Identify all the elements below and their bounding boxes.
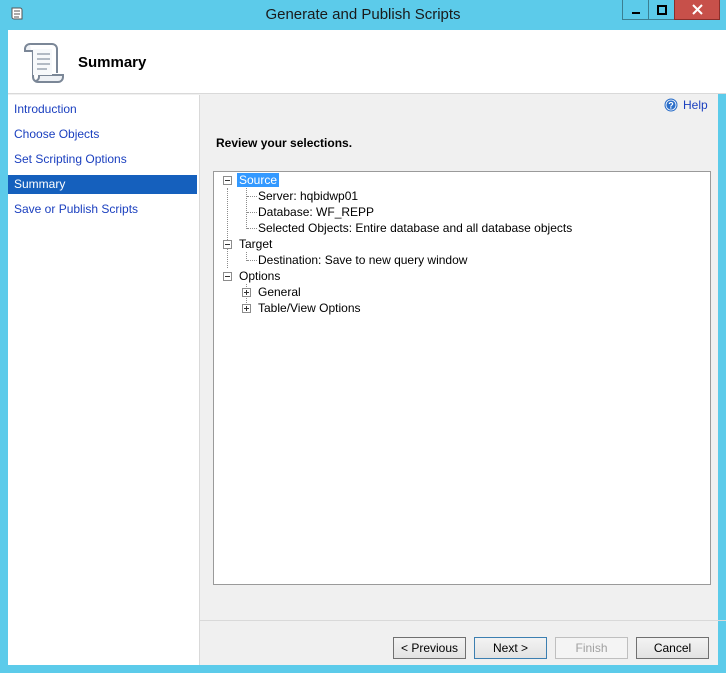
tree-leaf-server[interactable]: Server: hqbidwp01 [258,188,358,204]
tree-node-general[interactable]: General [258,284,301,300]
nav-item-choose-objects[interactable]: Choose Objects [8,125,197,144]
minimize-button[interactable] [622,0,649,20]
tree-leaf-destination[interactable]: Destination: Save to new query window [258,252,467,268]
tree-node-target[interactable]: Target [239,236,272,252]
help-link[interactable]: ? Help [664,98,708,112]
page-title: Summary [78,54,147,71]
close-button[interactable] [674,0,720,20]
nav-item-set-scripting-options[interactable]: Set Scripting Options [8,150,197,169]
window-title: Generate and Publish Scripts [265,6,461,23]
tree-node-table-view-options[interactable]: Table/View Options [258,300,361,316]
collapse-toggle-options[interactable] [223,272,232,281]
wizard-nav: Introduction Choose Objects Set Scriptin… [8,95,200,665]
cancel-button[interactable]: Cancel [636,637,709,659]
tree-line [247,228,257,229]
nav-item-summary[interactable]: Summary [8,175,197,194]
wizard-window: Generate and Publish Scripts Summary Int… [0,0,726,673]
nav-item-save-or-publish[interactable]: Save or Publish Scripts [8,200,197,219]
finish-button[interactable]: Finish [555,637,628,659]
collapse-toggle-target[interactable] [223,240,232,249]
title-bar[interactable]: Generate and Publish Scripts [0,0,726,30]
wizard-client-area: Summary Introduction Choose Objects Set … [8,30,726,665]
tree-node-source[interactable]: Source [237,172,280,188]
previous-button[interactable]: < Previous [393,637,466,659]
expand-toggle-general[interactable] [242,288,251,297]
close-icon [691,4,703,15]
tree-leaf-selected-objects[interactable]: Selected Objects: Entire database and al… [258,220,572,236]
review-heading: Review your selections. [216,136,353,150]
tree-leaf-database[interactable]: Database: WF_REPP [258,204,374,220]
summary-tree[interactable]: Source Server: hqbidwp01 Database: WF_RE… [213,171,711,585]
help-icon: ? [664,98,678,112]
svg-text:?: ? [668,101,674,111]
script-scroll-icon [24,43,64,83]
help-label: Help [683,98,708,112]
minimize-icon [631,11,640,14]
tree-line [246,188,247,229]
collapse-toggle-source[interactable] [223,176,232,185]
nav-item-introduction[interactable]: Introduction [8,100,197,119]
tree-line [227,188,228,268]
maximize-button[interactable] [648,0,675,20]
page-header: Summary [8,30,726,94]
footer-divider [200,620,726,621]
next-button[interactable]: Next > [474,637,547,659]
tree-node-options[interactable]: Options [239,268,280,284]
tree-line [247,260,257,261]
expand-toggle-table-view-options[interactable] [242,304,251,313]
maximize-icon [656,4,667,15]
tree-line [247,212,257,213]
tree-line [247,196,257,197]
